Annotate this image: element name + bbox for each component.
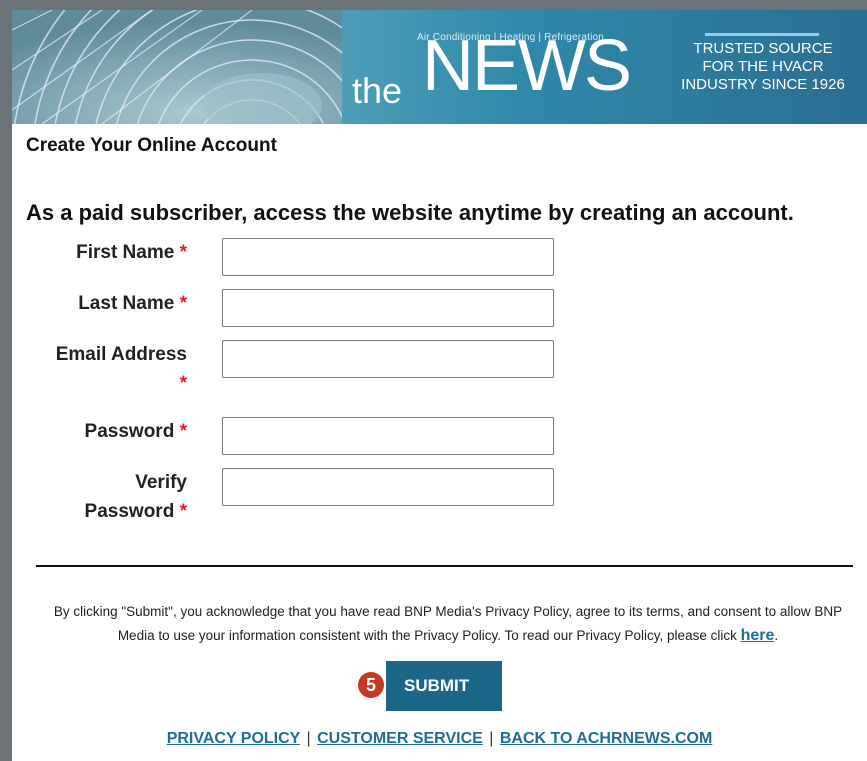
back-to-site-link[interactable]: BACK TO ACHRNEWS.COM	[500, 730, 712, 747]
footer-separator: |	[306, 730, 311, 747]
section-divider	[36, 565, 853, 567]
trusted-source-text: TRUSTED SOURCE FOR THE HVACR INDUSTRY SI…	[678, 40, 848, 94]
trusted-line-3: INDUSTRY SINCE 1926	[681, 76, 845, 93]
verify-password-input[interactable]	[222, 468, 554, 506]
header-banner: Air Conditioning | Heating | Refrigerati…	[12, 10, 867, 124]
privacy-policy-link[interactable]: PRIVACY POLICY	[167, 730, 300, 747]
required-marker: *	[179, 293, 187, 314]
fan-grille-graphic	[12, 10, 342, 124]
email-label: Email Address *	[56, 340, 187, 398]
page-title: Create Your Online Account	[26, 135, 277, 156]
required-marker: *	[179, 501, 187, 522]
page-subtitle: As a paid subscriber, access the website…	[26, 200, 794, 225]
required-marker: *	[179, 373, 187, 394]
required-marker: *	[179, 242, 187, 263]
privacy-notice-end: .	[774, 628, 779, 643]
trusted-line-2: FOR THE HVACR	[702, 58, 824, 75]
email-input[interactable]	[222, 340, 554, 378]
verify-password-label-text: Password	[84, 501, 175, 522]
password-label-text: Password	[84, 421, 175, 442]
verify-password-label: Verify Password *	[85, 468, 187, 526]
first-name-input[interactable]	[222, 238, 554, 276]
first-name-label: First Name *	[76, 238, 187, 267]
last-name-label-text: Last Name	[78, 293, 175, 314]
customer-service-link[interactable]: CUSTOMER SERVICE	[317, 730, 483, 747]
submit-button[interactable]: SUBMIT	[386, 661, 502, 711]
verify-password-label-line-1: Verify	[135, 472, 187, 493]
email-label-text: Email Address	[55, 344, 187, 365]
footer-links: PRIVACY POLICY | CUSTOMER SERVICE | BACK…	[12, 730, 867, 748]
brand-logo: NEWS	[422, 26, 632, 106]
trusted-accent-bar	[705, 33, 819, 36]
password-label: Password *	[85, 417, 187, 446]
last-name-input[interactable]	[222, 289, 554, 327]
privacy-notice-text: By clicking "Submit", you acknowledge th…	[53, 604, 843, 643]
trusted-line-1: TRUSTED SOURCE	[693, 40, 833, 57]
required-marker: *	[179, 421, 187, 442]
footer-separator: |	[489, 730, 494, 747]
page-frame: Air Conditioning | Heating | Refrigerati…	[12, 10, 867, 761]
brand-prefix: the	[352, 70, 403, 111]
password-input[interactable]	[222, 417, 554, 455]
verify-password-label-line-2: Password *	[85, 497, 187, 526]
privacy-here-link[interactable]: here	[741, 627, 775, 644]
first-name-label-text: First Name	[76, 242, 175, 263]
last-name-label: Last Name *	[78, 289, 187, 318]
step-number-badge: 5	[358, 672, 384, 698]
privacy-notice: By clicking "Submit", you acknowledge th…	[42, 600, 854, 648]
